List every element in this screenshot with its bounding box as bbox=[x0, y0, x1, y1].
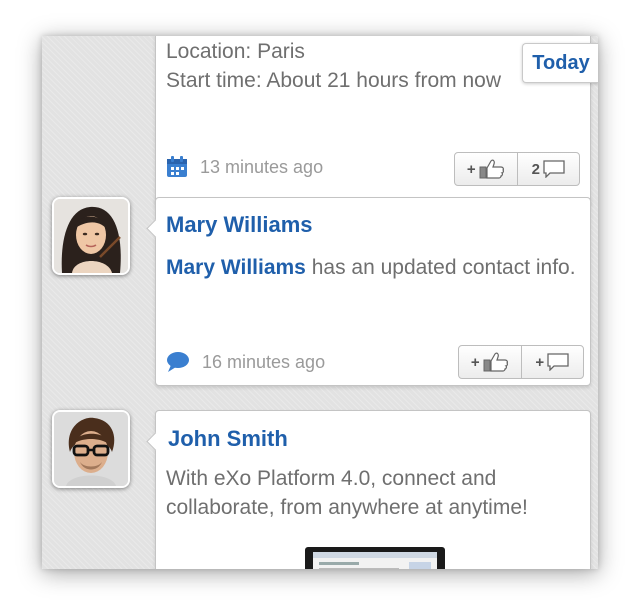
thumbs-up-icon bbox=[479, 159, 504, 179]
comment-button[interactable]: + bbox=[520, 346, 584, 378]
activity-meta: 16 minutes ago bbox=[166, 351, 325, 373]
speech-bubble-icon bbox=[167, 352, 189, 372]
activity-author[interactable]: Mary Williams bbox=[166, 212, 313, 238]
activity-card-mary-williams: Mary Williams Mary Williams has an updat… bbox=[146, 197, 591, 386]
today-label: Today bbox=[522, 43, 598, 83]
activity-author[interactable]: John Smith bbox=[168, 426, 288, 452]
avatar-image bbox=[54, 199, 128, 273]
activity-actions: + + bbox=[458, 345, 584, 379]
card-pointer bbox=[146, 219, 165, 238]
comment-icon bbox=[543, 160, 565, 178]
comment-icon bbox=[547, 353, 569, 371]
activity-stream: Location: Paris Start time: About 21 hou… bbox=[42, 36, 598, 569]
activity-timestamp[interactable]: 13 minutes ago bbox=[200, 157, 323, 178]
avatar-mary-williams[interactable] bbox=[52, 197, 130, 275]
activity-body: With eXo Platform 4.0, connect and colla… bbox=[166, 467, 528, 519]
activity-timestamp[interactable]: 16 minutes ago bbox=[202, 352, 325, 373]
calendar-icon bbox=[167, 156, 187, 177]
activity-card-john-smith: John Smith With eXo Platform 4.0, connec… bbox=[146, 410, 591, 569]
activity-body: Mary Williams has an updated contact inf… bbox=[166, 253, 576, 282]
like-button[interactable]: + bbox=[459, 346, 521, 378]
activity-actions: + 2 bbox=[454, 152, 580, 186]
activity-meta: 13 minutes ago bbox=[166, 156, 323, 178]
like-button[interactable]: + bbox=[455, 153, 517, 185]
comment-button[interactable]: 2 bbox=[516, 153, 580, 185]
event-location: Location: Paris bbox=[166, 40, 305, 63]
thumbs-up-icon bbox=[483, 352, 508, 372]
activity-body-name[interactable]: Mary Williams bbox=[166, 256, 306, 279]
avatar-image bbox=[54, 412, 128, 486]
activity-body-text: has an updated contact info. bbox=[305, 256, 576, 279]
avatar-john-smith[interactable] bbox=[52, 410, 130, 488]
attachment-screen bbox=[313, 552, 437, 569]
card-pointer bbox=[146, 432, 165, 451]
attachment-thumbnail[interactable] bbox=[305, 547, 445, 569]
event-start-time: Start time: About 21 hours from now bbox=[166, 69, 501, 92]
